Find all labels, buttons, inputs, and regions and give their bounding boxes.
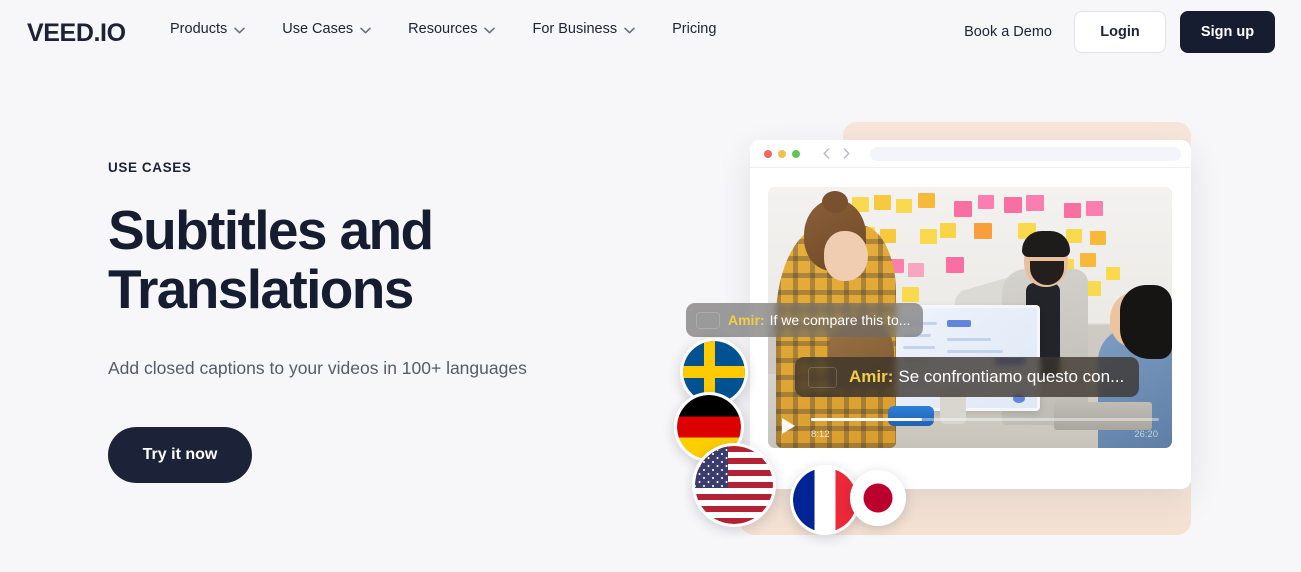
veed-logo[interactable]: VEED.IO bbox=[27, 19, 126, 48]
nav-item-products[interactable]: Products bbox=[170, 21, 264, 37]
chevron-down-icon bbox=[234, 27, 246, 34]
video-total-time: 26:20 bbox=[1134, 429, 1158, 440]
caption-speaker: Amir: bbox=[728, 312, 765, 328]
hero-title-line-1: Subtitles and bbox=[108, 199, 434, 261]
video-current-time: 8:12 bbox=[811, 429, 830, 440]
caption-bubble-italian: Amir: Se confrontiamo questo con... bbox=[795, 357, 1140, 397]
nav-item-use-cases[interactable]: Use Cases bbox=[282, 21, 390, 37]
hero-subtitle: Add closed captions to your videos in 10… bbox=[108, 357, 527, 378]
hero-eyebrow: USE CASES bbox=[108, 160, 192, 175]
flag-united-states-icon bbox=[695, 446, 773, 524]
nav-label: Resources bbox=[408, 21, 478, 37]
caption-bubble-english: Amir: If we compare this to... bbox=[686, 303, 924, 337]
flag-japan-icon bbox=[853, 473, 903, 523]
page-title: Subtitles and Translations bbox=[108, 201, 668, 319]
close-window-icon[interactable] bbox=[764, 149, 772, 158]
nav-item-for-business[interactable]: For Business bbox=[532, 21, 654, 37]
chevron-down-icon bbox=[624, 27, 635, 34]
hero-illustration: 8:12 26:20 Amir: If we compare this to..… bbox=[660, 0, 1301, 572]
chevron-down-icon bbox=[360, 27, 371, 34]
browser-toolbar bbox=[750, 140, 1191, 168]
play-icon[interactable] bbox=[782, 418, 795, 434]
minimize-window-icon[interactable] bbox=[778, 149, 786, 158]
flag-gb-icon bbox=[697, 313, 719, 328]
browser-nav-arrows bbox=[816, 144, 856, 164]
flag-circle-japan bbox=[850, 470, 906, 526]
caption-text: If we compare this to... bbox=[769, 312, 911, 328]
hero-title-line-2: Translations bbox=[108, 257, 414, 320]
maximize-window-icon[interactable] bbox=[792, 149, 800, 158]
main-navigation: Products Use Cases Resources For Busines… bbox=[170, 21, 716, 37]
chevron-left-icon[interactable] bbox=[816, 144, 836, 164]
chevron-right-icon[interactable] bbox=[836, 144, 856, 164]
video-controls: 8:12 26:20 bbox=[768, 396, 1172, 448]
caption-text: Se confrontiamo questo con... bbox=[898, 367, 1125, 386]
nav-label: For Business bbox=[532, 21, 618, 37]
flag-france-icon bbox=[793, 468, 857, 532]
nav-item-resources[interactable]: Resources bbox=[408, 21, 514, 37]
traffic-lights bbox=[764, 149, 800, 158]
try-it-now-button[interactable]: Try it now bbox=[108, 426, 252, 483]
flag-it-icon bbox=[809, 368, 836, 387]
nav-label: Use Cases bbox=[282, 21, 354, 37]
nav-label: Products bbox=[170, 21, 228, 37]
hero-content: USE CASES Subtitles and Translations Add… bbox=[108, 160, 668, 483]
chevron-down-icon bbox=[484, 27, 496, 34]
flag-circle-united-states bbox=[692, 443, 776, 527]
caption-speaker: Amir: bbox=[849, 367, 894, 386]
browser-address-bar[interactable] bbox=[870, 146, 1181, 161]
video-progress-fill bbox=[811, 418, 923, 421]
video-progress-bar[interactable] bbox=[811, 418, 1159, 421]
landing-page: VEED.IO Products Use Cases Resources For… bbox=[0, 0, 1301, 572]
